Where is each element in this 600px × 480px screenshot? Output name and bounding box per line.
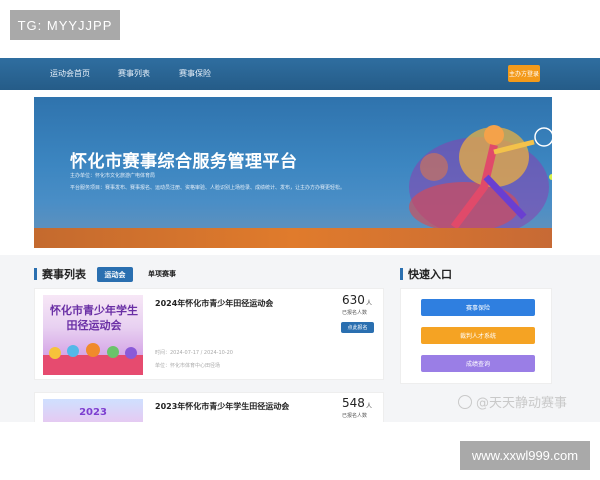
watermark-icon [458,394,472,409]
section-marker [400,268,403,280]
top-navbar: 运动会首页 赛事列表 赛事保险 主办方登录 [0,58,600,90]
crowd-illustration [43,343,143,375]
url-watermark: www.xxwl999.com [460,441,590,470]
event-title[interactable]: 2023年怀化市青少年学生田径运动会 [155,401,289,412]
hero-banner: 怀化市赛事综合服务管理平台 主办单位：怀化市文化旅游广电体育局 平台服务项目：赛… [34,97,552,248]
event-card[interactable]: 怀化市青少年学生田径运动会 2024年怀化市青少年田径运动会 时间：2024-0… [34,288,384,380]
nav-item-event-list[interactable]: 赛事列表 [118,58,150,90]
registration-count-unit: 人 [366,300,373,307]
section-marker [34,268,37,280]
banner-track [34,228,552,248]
registration-count-unit: 人 [366,403,373,410]
event-time: 时间：2024-07-17 / 2024-10-20 [155,350,233,356]
thumbnail-year: 2023 [79,407,107,418]
quick-section-title: 快速入口 [408,268,452,281]
organizer-login-button[interactable]: 主办方登录 [508,65,540,82]
signup-button[interactable]: 点此报名 [341,322,374,333]
results-query-button[interactable]: 成绩查询 [421,355,535,372]
event-thumbnail[interactable]: 怀化市青少年学生田径运动会 [43,295,143,375]
registration-count-label: 已报名人数 [342,310,368,316]
thumbnail-text: 怀化市青少年学生田径运动会 [50,304,138,332]
referee-system-button[interactable]: 裁判人才系统 [421,327,535,344]
banner-title: 怀化市赛事综合服务管理平台 [70,152,298,172]
nav-item-home[interactable]: 运动会首页 [50,58,90,90]
banner-description: 平台服务项目：赛事发布、赛事报名、运动员注册、资格审验、人脸识别上场检录、成绩统… [70,185,346,191]
event-venue: 单位：怀化市体育中心田径场 [155,363,221,369]
tg-watermark: TG: MYYJJPP [10,10,120,40]
source-watermark: @天天静动赛事 [458,392,567,411]
registration-count-label: 已报名人数 [342,413,368,419]
registration-count: 548 [342,396,365,410]
tab-sports-meet[interactable]: 运动会 [97,267,133,282]
page: TG: MYYJJPP 运动会首页 赛事列表 赛事保险 主办方登录 怀化市赛事综… [0,0,600,480]
quick-entry-panel: 赛事保险 裁判人才系统 成绩查询 [400,288,552,384]
banner-organizer: 主办单位：怀化市文化旅游广电体育局 [70,173,156,179]
source-watermark-text: @天天静动赛事 [476,396,568,411]
registration-count: 630 [342,293,365,307]
event-title[interactable]: 2024年怀化市青少年田径运动会 [155,298,273,309]
nav-item-insurance[interactable]: 赛事保险 [179,58,211,90]
athlete-illustration [409,125,552,237]
insurance-button[interactable]: 赛事保险 [421,299,535,316]
tab-single-events[interactable]: 单项赛事 [148,267,176,282]
events-section-title: 赛事列表 [42,268,86,281]
